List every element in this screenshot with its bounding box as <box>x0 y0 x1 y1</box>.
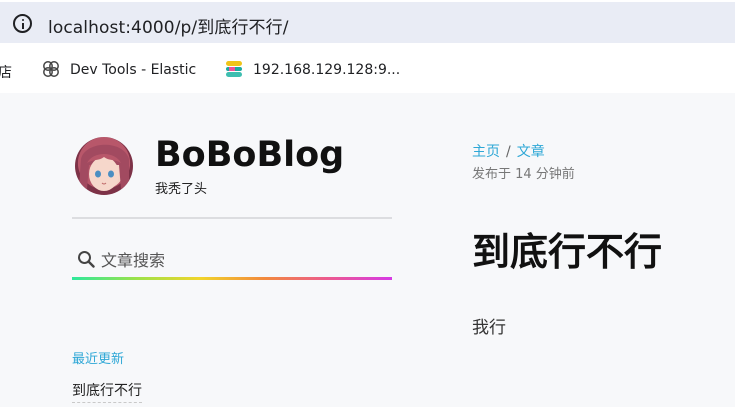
avatar-image <box>79 144 129 191</box>
breadcrumb-separator: / <box>506 144 511 160</box>
elastic-icon <box>226 61 242 77</box>
publish-time: 发布于 14 分钟前 <box>472 167 575 182</box>
browser-toolbar: localhost:4000/p/到底行不行/ <box>0 0 735 50</box>
recent-updates-heading: 最近更新 <box>72 352 125 367</box>
post-body: 我行 <box>472 318 506 338</box>
address-bar[interactable]: localhost:4000/p/到底行不行/ <box>0 2 735 43</box>
blog-title[interactable]: BoBoBlog <box>155 135 344 175</box>
bookmark-kibana[interactable]: 192.168.129.128:9... <box>253 62 400 78</box>
bookmark-item[interactable]: 店 <box>0 62 12 82</box>
blog-subtitle: 我秃了头 <box>155 182 208 197</box>
search-underline <box>72 277 392 280</box>
bookmark-devtools[interactable]: Dev Tools - Elastic <box>70 62 196 78</box>
breadcrumb-home[interactable]: 主页 <box>472 144 500 160</box>
page-content: BoBoBlog 我秃了头 最近更新 到底行不行 主页 / 文章 发布于 14 分钟… <box>0 93 735 407</box>
site-info-icon[interactable] <box>13 14 32 33</box>
recent-post-link[interactable]: 到底行不行 <box>72 380 142 403</box>
post-title: 到底行不行 <box>472 230 663 274</box>
avatar[interactable] <box>75 137 133 195</box>
breadcrumb-posts[interactable]: 文章 <box>517 144 545 160</box>
bookmarks-bar: 店 Dev Tools - Elastic 192.168.129.128:9.… <box>0 50 735 92</box>
breadcrumb: 主页 / 文章 <box>472 141 545 161</box>
elastic-devtools-icon <box>43 61 59 77</box>
search-input[interactable] <box>101 248 381 272</box>
url-text[interactable]: localhost:4000/p/到底行不行/ <box>48 13 289 38</box>
search-icon <box>78 251 95 268</box>
sidebar-divider <box>72 217 392 219</box>
